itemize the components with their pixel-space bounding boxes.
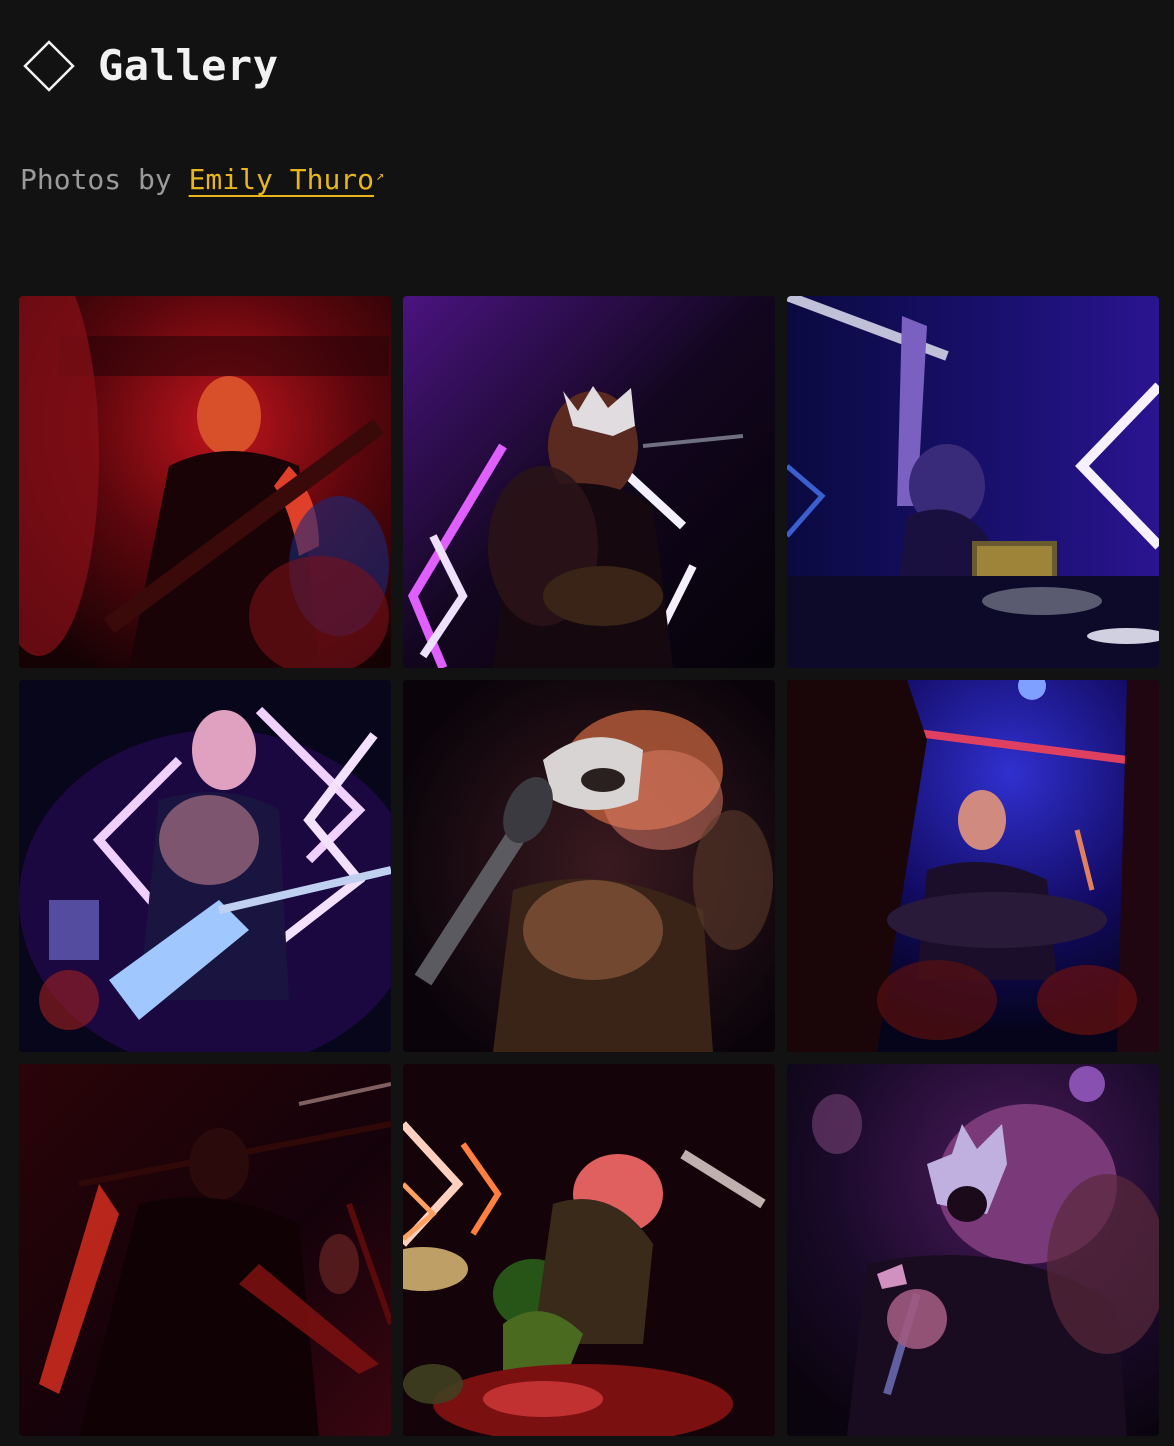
photo-credit: Photos by Emily Thuro ↗ [20,160,384,200]
gallery-photo-masked-singer-neon[interactable] [403,296,775,668]
gallery-photo-bassist-neon[interactable] [19,680,391,1052]
gallery-photo-masked-drummer[interactable] [787,680,1159,1052]
external-link-arrow-icon: ↗ [376,168,385,184]
gallery-photo-masked-vocalist-blur[interactable] [403,680,775,1052]
gallery-photo-masked-singer-microphone[interactable] [787,1064,1159,1436]
page-header: Gallery [22,38,279,94]
gallery-photo-guitarist-silhouette[interactable] [19,1064,391,1436]
credit-prefix: Photos by [20,163,189,196]
gallery-photo-performer-blue-neon[interactable] [787,296,1159,668]
photo-grid [19,296,1159,1436]
page-title: Gallery [98,41,279,90]
photographer-link[interactable]: Emily Thuro [189,163,374,196]
gallery-photo-performer-red-neon[interactable] [403,1064,775,1436]
diamond-outline-icon[interactable] [22,39,76,93]
gallery-photo-guitarist-red[interactable] [19,296,391,668]
